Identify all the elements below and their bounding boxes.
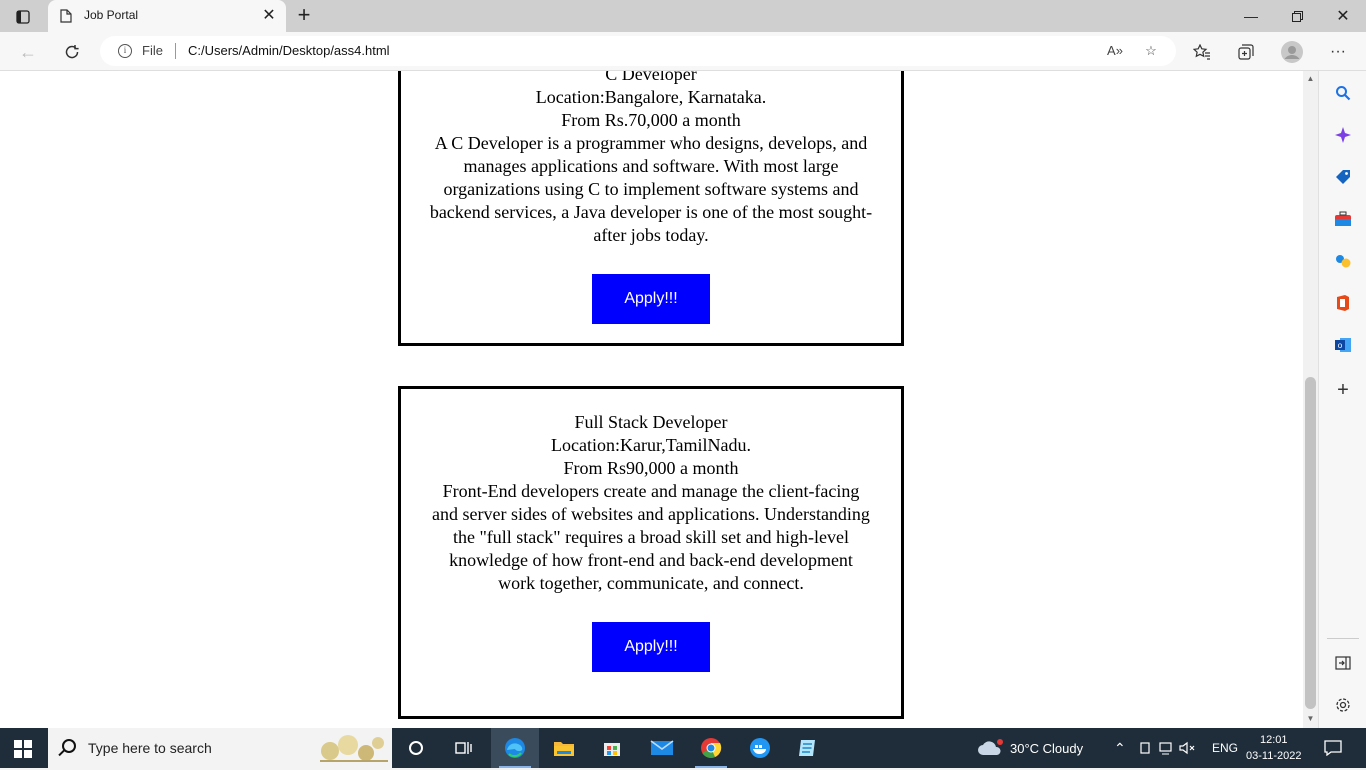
scheme-label: File [142, 43, 163, 58]
tab-strip: Job Portal ✕ + — ✕ [0, 0, 1366, 32]
close-tab-icon[interactable]: ✕ [260, 6, 278, 26]
new-tab-button[interactable]: + [292, 4, 316, 28]
scroll-down-icon[interactable]: ▼ [1306, 715, 1315, 723]
profile-avatar[interactable] [1278, 38, 1306, 66]
back-button[interactable]: ← [14, 38, 42, 66]
tab-actions-icon[interactable] [8, 6, 38, 28]
navigation-bar: ← i File C:/Users/Admin/Desktop/ass4.htm… [0, 32, 1366, 71]
add-sidebar-app-icon[interactable]: + [1331, 378, 1355, 402]
windows-start-icon[interactable] [14, 740, 32, 758]
job-title: Full Stack Developer [574, 412, 728, 432]
favorites-icon[interactable] [1188, 38, 1216, 66]
sidebar-divider [1327, 638, 1359, 639]
scrollbar-thumb[interactable] [1305, 377, 1316, 709]
page-viewport: C Developer Location:Bangalore, Karnatak… [0, 71, 1303, 728]
notifications-icon[interactable] [1324, 728, 1342, 768]
microsoft-store-icon[interactable] [588, 728, 636, 768]
task-view-icon[interactable] [440, 728, 488, 768]
minimize-button[interactable]: — [1228, 0, 1274, 32]
chrome-icon[interactable] [687, 728, 735, 768]
search-highlight-image [316, 731, 390, 765]
job-card-full-stack-developer: Full Stack Developer Location:Karur,Tami… [398, 386, 904, 719]
show-hidden-icons-icon[interactable]: ⌃ [1114, 728, 1126, 768]
settings-more-icon[interactable]: ··· [1324, 38, 1352, 66]
taskbar-search-box[interactable]: Type here to search [48, 728, 392, 768]
taskbar: Type here to search 30°C Cloudy ⌃ ENG 12… [0, 728, 1366, 768]
close-window-button[interactable]: ✕ [1320, 0, 1366, 32]
scroll-up-icon[interactable]: ▲ [1306, 75, 1315, 83]
svg-text:o: o [1338, 341, 1343, 350]
tab-job-portal[interactable]: Job Portal ✕ [48, 0, 286, 32]
job-description: A C Developer is a programmer who design… [429, 133, 873, 245]
collections-icon[interactable] [1232, 38, 1260, 66]
cloud-icon [978, 739, 1003, 755]
mail-icon[interactable] [638, 728, 686, 768]
url-text[interactable]: C:/Users/Admin/Desktop/ass4.html [188, 43, 390, 58]
sidebar-settings-icon[interactable] [1331, 693, 1355, 717]
page-icon [60, 9, 72, 23]
job-salary: From Rs90,000 a month [563, 458, 739, 478]
file-explorer-icon[interactable] [540, 728, 588, 768]
clock-time: 12:01 [1259, 734, 1288, 746]
shopping-tag-icon[interactable] [1331, 165, 1355, 189]
weather-text: 30°C Cloudy [1010, 740, 1084, 756]
office-icon[interactable] [1331, 291, 1355, 315]
tools-briefcase-icon[interactable] [1331, 207, 1355, 231]
weather-widget[interactable]: 30°C Cloudy [976, 728, 1083, 768]
job-description: Front-End developers create and manage t… [432, 481, 870, 593]
job-salary: From Rs.70,000 a month [561, 110, 741, 130]
search-placeholder: Type here to search [88, 740, 212, 756]
add-favorite-icon[interactable]: ☆ [1140, 41, 1162, 61]
cortana-icon[interactable] [392, 728, 440, 768]
vertical-scrollbar[interactable]: ▲ ▼ [1303, 71, 1318, 728]
tab-title: Job Portal [84, 8, 139, 22]
language-indicator[interactable]: ENG [1212, 728, 1238, 768]
hide-sidebar-icon[interactable] [1331, 651, 1355, 675]
notepad-app-icon[interactable] [784, 728, 832, 768]
search-icon[interactable] [1331, 81, 1355, 105]
clock-date: 03-11-2022 [1246, 750, 1302, 762]
job-location: Location:Karur,TamilNadu. [551, 435, 751, 455]
job-title: C Developer [605, 71, 697, 84]
restore-button[interactable] [1274, 0, 1320, 32]
tray-status-icons[interactable] [1138, 728, 1198, 768]
address-separator [175, 43, 176, 59]
apply-button[interactable]: Apply!!! [592, 274, 710, 324]
discover-sparkle-icon[interactable] [1331, 123, 1355, 147]
outlook-icon[interactable]: o [1331, 333, 1355, 357]
docker-icon[interactable] [736, 728, 784, 768]
address-bar[interactable]: i File C:/Users/Admin/Desktop/ass4.html … [100, 36, 1176, 66]
read-aloud-icon[interactable]: A» [1104, 41, 1126, 61]
edge-taskbar-icon[interactable] [491, 728, 539, 768]
job-location: Location:Bangalore, Karnataka. [535, 87, 767, 107]
edge-sidebar: o + [1318, 71, 1366, 728]
clock[interactable]: 12:01 03-11-2022 [1246, 728, 1301, 768]
search-icon [62, 739, 76, 753]
site-info-icon[interactable]: i [118, 44, 132, 58]
apply-button[interactable]: Apply!!! [592, 622, 710, 672]
games-icon[interactable] [1331, 249, 1355, 273]
refresh-button[interactable] [58, 38, 86, 66]
job-card-c-developer: C Developer Location:Bangalore, Karnatak… [398, 71, 904, 346]
